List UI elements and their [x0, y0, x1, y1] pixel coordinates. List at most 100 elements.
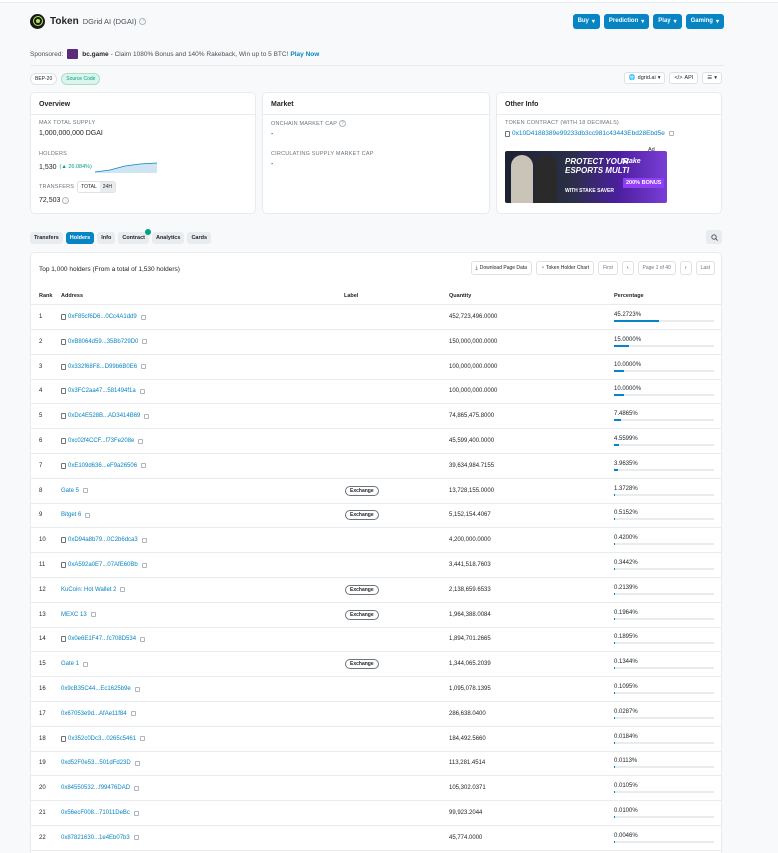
address-link[interactable]: 0x352c0Dc3...0265c5461 [68, 736, 136, 742]
address-link[interactable]: 0x3FC2aa47...581494f1a [68, 388, 136, 394]
copy-icon[interactable] [140, 636, 146, 642]
copy-icon[interactable] [130, 711, 136, 717]
address-link[interactable]: 0xDc4E528B...AD3414B69 [68, 413, 140, 419]
percentage-bar [614, 642, 714, 645]
search-button[interactable] [706, 230, 722, 244]
copy-icon[interactable] [141, 562, 147, 568]
address-link[interactable]: 0x332f68F8...D99b6B0E6 [68, 364, 137, 370]
copy-icon[interactable] [134, 760, 140, 766]
quantity-cell: 105,302.0371 [449, 785, 486, 792]
play-button[interactable]: Play ▾ [653, 13, 682, 29]
percentage-text: 0.0287% [614, 708, 638, 715]
play-now-link[interactable]: Play Now [290, 51, 319, 58]
rank-cell: 21 [39, 810, 46, 816]
copy-icon[interactable] [141, 364, 147, 370]
address-link[interactable]: 0x0e6E1F47...fc708D534 [68, 636, 136, 642]
copy-icon[interactable] [140, 736, 146, 742]
divider [30, 65, 724, 66]
address-link[interactable]: 0xB8064d59...35Bb729D0 [68, 339, 138, 345]
percentage-cell: 7.4865% [614, 411, 716, 422]
address-link[interactable]: KuCoin: Hot Wallet 2 [61, 587, 116, 593]
copy-icon[interactable] [90, 612, 96, 618]
copy-icon[interactable] [141, 463, 147, 469]
percentage-bar [614, 766, 714, 769]
copy-icon[interactable] [138, 438, 144, 444]
copy-icon[interactable] [120, 587, 126, 593]
address-link[interactable]: MEXC 13 [61, 612, 87, 618]
next-page-button[interactable]: › [679, 261, 692, 275]
address-link[interactable]: 0x84550532...f99476DAD [61, 785, 130, 791]
address-link[interactable]: 0x87821630...1e4Eb07b3 [61, 835, 130, 841]
copy-icon[interactable] [144, 413, 150, 419]
percentage-bar [614, 419, 714, 422]
percentage-bar-fill [614, 394, 624, 397]
address-cell: 0x56ecF008...71011DeBc [61, 810, 139, 816]
holder-chart-button[interactable]: ◔ Token Holder Chart [536, 261, 595, 275]
source-code-badge[interactable]: Source Code [61, 73, 101, 85]
copy-icon[interactable] [133, 835, 139, 841]
ad-player-image [535, 155, 557, 203]
table-row: 4 0x3FC2aa47...581494f1a 100,000,000.0000 1… [31, 379, 721, 405]
address-link[interactable]: 0x67053e9d...AfAe11f84 [61, 711, 127, 717]
percentage-text: 1.3728% [614, 485, 638, 492]
first-page-button[interactable]: First [598, 261, 618, 275]
transfers-toggle[interactable]: TOTAL 24H [77, 181, 116, 193]
quantity-cell: 13,728,155.0000 [449, 487, 495, 494]
copy-icon[interactable] [134, 686, 140, 692]
stake-ad-banner[interactable]: PROTECT YOUR ESPORTS MULTI WITH STAKE SAV… [505, 151, 667, 203]
address-link[interactable]: Gate 1 [61, 661, 79, 667]
info-icon[interactable]: ? [139, 17, 147, 25]
contract-icon [61, 438, 66, 444]
percentage-cell: 0.1964% [614, 610, 716, 620]
tab-info[interactable]: Info [97, 232, 116, 244]
tab-transfers[interactable]: Transfers [30, 232, 63, 244]
address-link[interactable]: 0xD94a8b79...0C2b6dca3 [68, 537, 138, 543]
copy-icon[interactable] [141, 537, 147, 543]
copy-icon[interactable] [133, 810, 139, 816]
prev-page-button[interactable]: ‹ [621, 261, 634, 275]
percentage-text: 0.0184% [614, 733, 638, 740]
tab-analytics[interactable]: Analytics [151, 232, 185, 244]
download-button[interactable]: ⤓ Download Page Data [470, 261, 532, 275]
quantity-cell: 45,774.0000 [449, 834, 483, 841]
page-header: Token DGrid AI (DGAI) ? Buy ▾ Prediction ▾… [30, 12, 724, 30]
address-link[interactable]: 0xA592a0E7...07AfE60Bb [68, 562, 138, 568]
table-row: 6 0xc02f4CCF...f73Fe208e 45,599,400.0000 4.… [31, 429, 721, 454]
gaming-button[interactable]: Gaming ▾ [685, 13, 724, 29]
copy-icon[interactable] [134, 785, 140, 791]
contract-address-link[interactable]: 0x10D4188389e99233db3cc981c43443Ebd28Ebd… [512, 130, 665, 137]
copy-icon[interactable] [83, 661, 89, 667]
tab-cards[interactable]: Cards [187, 232, 212, 244]
buy-button[interactable]: Buy ▾ [572, 13, 600, 29]
percentage-text: 0.0105% [614, 783, 638, 790]
copy-icon[interactable] [85, 512, 91, 518]
more-menu-button[interactable]: ☰ ▾ [702, 72, 722, 84]
prediction-button[interactable]: Prediction ▾ [603, 13, 650, 29]
website-button[interactable]: 🌐 dgrid.ai ▾ [623, 72, 666, 84]
copy-icon[interactable] [140, 314, 146, 320]
address-link[interactable]: 0xc02f4CCF...f73Fe208e [68, 438, 134, 444]
copy-icon[interactable] [83, 488, 89, 494]
tab-contract[interactable]: Contract [118, 229, 151, 244]
address-link[interactable]: Bitget 6 [61, 512, 81, 518]
info-icon[interactable]: ? [339, 120, 347, 127]
address-link[interactable]: 0x9cB35C44...Ec1625b9e [61, 686, 131, 692]
address-cell: 0x67053e9d...AfAe11f84 [61, 711, 136, 717]
address-link[interactable]: 0xF85cf6D6...0Cc4A1dd9 [68, 314, 137, 320]
sponsor-name[interactable]: bc.game [82, 51, 108, 58]
copy-icon[interactable] [139, 388, 145, 394]
address-link[interactable]: 0xE109d636...eF9a26506 [68, 463, 137, 469]
address-link[interactable]: 0x56ecF008...71011DeBc [61, 810, 130, 816]
api-button[interactable]: </> API [669, 72, 699, 84]
percentage-text: 15.0000% [614, 336, 642, 343]
last-page-button[interactable]: Last [695, 261, 715, 275]
copy-icon[interactable] [668, 131, 674, 136]
rank-cell: 8 [39, 487, 43, 494]
address-link[interactable]: 0xd52F0e53...501dFd23D [61, 760, 131, 766]
percentage-bar [614, 568, 714, 570]
address-link[interactable]: Gate 5 [61, 488, 79, 494]
tab-holders[interactable]: Holders [65, 232, 95, 244]
info-icon[interactable]: i [62, 197, 70, 204]
address-cell: KuCoin: Hot Wallet 2 [61, 587, 126, 593]
copy-icon[interactable] [142, 339, 148, 345]
